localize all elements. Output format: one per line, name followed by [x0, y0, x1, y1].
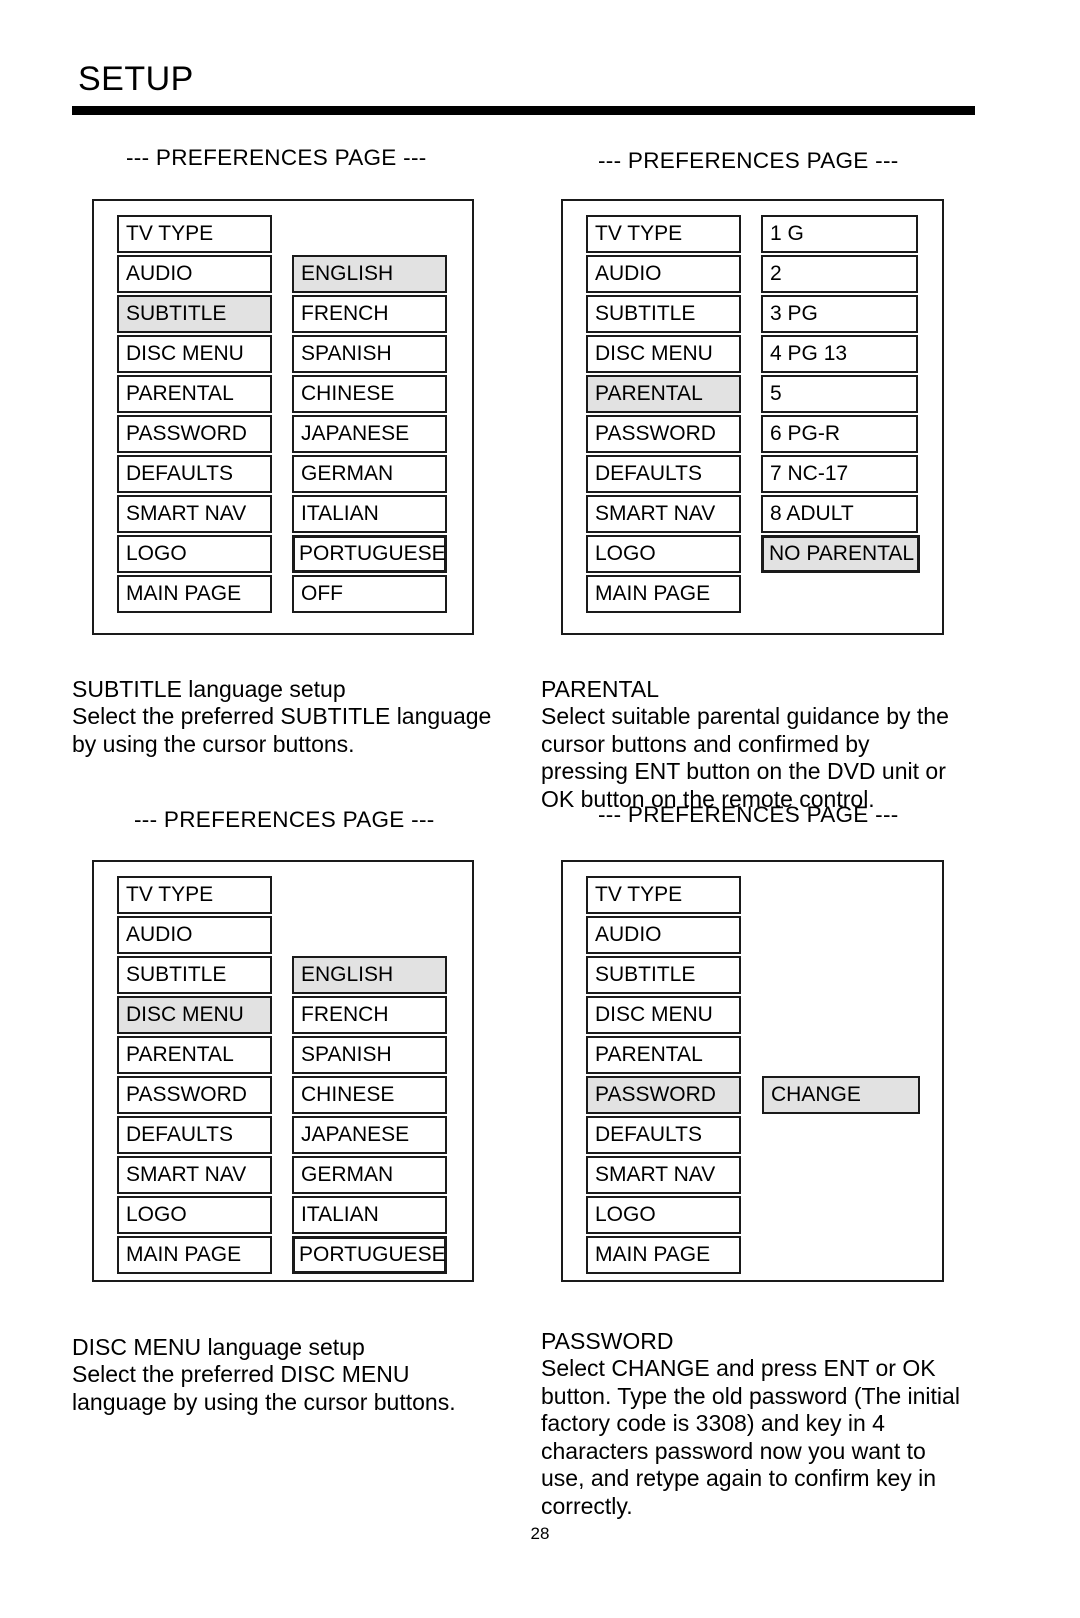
option-english[interactable]: ENGLISH: [292, 956, 447, 994]
menu-item-main-page[interactable]: MAIN PAGE: [117, 1236, 272, 1274]
password-caption-body: Select CHANGE and press ENT or OK button…: [541, 1355, 960, 1519]
menu-item-main-page[interactable]: MAIN PAGE: [117, 575, 272, 613]
disc-menu-caption: DISC MENU language setup Select the prefe…: [72, 1306, 542, 1416]
option-chinese[interactable]: CHINESE: [292, 375, 447, 413]
option-german[interactable]: GERMAN: [292, 1156, 447, 1194]
option-portuguese[interactable]: PORTUGUESE: [292, 535, 447, 573]
menu-item-parental[interactable]: PARENTAL: [586, 375, 741, 413]
parental-caption-body: Select suitable parental guidance by the…: [541, 703, 949, 812]
menu-item-audio[interactable]: AUDIO: [117, 255, 272, 293]
menu-item-smart-nav[interactable]: SMART NAV: [586, 495, 741, 533]
parental-caption-title: PARENTAL: [541, 675, 660, 702]
menu-item-smart-nav[interactable]: SMART NAV: [586, 1156, 741, 1194]
menu-item-parental[interactable]: PARENTAL: [586, 1036, 741, 1074]
menu-item-defaults[interactable]: DEFAULTS: [117, 455, 272, 493]
menu-item-subtitle[interactable]: SUBTITLE: [586, 295, 741, 333]
menu-item-disc-menu[interactable]: DISC MENU: [586, 996, 741, 1034]
menu-item-main-page[interactable]: MAIN PAGE: [586, 1236, 741, 1274]
password-setup-screen: TV TYPE AUDIO SUBTITLE DISC MENU PARENTA…: [561, 860, 944, 1282]
option-english[interactable]: ENGLISH: [292, 255, 447, 293]
option-japanese[interactable]: JAPANESE: [292, 415, 447, 453]
option-rating-7-nc-17[interactable]: 7 NC-17: [761, 455, 918, 493]
title-divider: [72, 106, 975, 115]
menu-item-subtitle[interactable]: SUBTITLE: [586, 956, 741, 994]
preferences-page-header-1: --- PREFERENCES PAGE ---: [126, 145, 427, 170]
option-french[interactable]: FRENCH: [292, 996, 447, 1034]
subtitle-setup-screen: TV TYPE AUDIO SUBTITLE DISC MENU PARENTA…: [92, 199, 474, 635]
menu-item-audio[interactable]: AUDIO: [586, 916, 741, 954]
option-spanish[interactable]: SPANISH: [292, 1036, 447, 1074]
option-italian[interactable]: ITALIAN: [292, 1196, 447, 1234]
disc-menu-setup-screen: TV TYPE AUDIO SUBTITLE DISC MENU PARENTA…: [92, 860, 474, 1282]
option-off[interactable]: OFF: [292, 575, 447, 613]
option-spanish[interactable]: SPANISH: [292, 335, 447, 373]
option-french[interactable]: FRENCH: [292, 295, 447, 333]
disc-menu-caption-body: Select the preferred DISC MENU language …: [72, 1361, 456, 1415]
menu-item-tv-type[interactable]: TV TYPE: [117, 215, 272, 253]
preferences-page-header-3: --- PREFERENCES PAGE ---: [134, 807, 435, 832]
option-rating-2[interactable]: 2: [761, 255, 918, 293]
page-number: 28: [530, 1524, 550, 1543]
page-title: SETUP: [78, 60, 194, 98]
option-japanese[interactable]: JAPANESE: [292, 1116, 447, 1154]
menu-item-tv-type[interactable]: TV TYPE: [586, 876, 741, 914]
menu-item-logo[interactable]: LOGO: [117, 1196, 272, 1234]
menu-item-logo[interactable]: LOGO: [117, 535, 272, 573]
option-change-password[interactable]: CHANGE: [762, 1076, 920, 1114]
menu-item-subtitle[interactable]: SUBTITLE: [117, 956, 272, 994]
preferences-page-header-4: --- PREFERENCES PAGE ---: [598, 802, 899, 827]
menu-item-audio[interactable]: AUDIO: [586, 255, 741, 293]
option-german[interactable]: GERMAN: [292, 455, 447, 493]
menu-item-disc-menu[interactable]: DISC MENU: [117, 996, 272, 1034]
menu-item-tv-type[interactable]: TV TYPE: [117, 876, 272, 914]
menu-item-password[interactable]: PASSWORD: [586, 1076, 741, 1114]
menu-item-smart-nav[interactable]: SMART NAV: [117, 1156, 272, 1194]
menu-item-subtitle[interactable]: SUBTITLE: [117, 295, 272, 333]
option-rating-6-pg-r[interactable]: 6 PG-R: [761, 415, 918, 453]
password-caption-title: PASSWORD: [541, 1327, 674, 1354]
menu-item-password[interactable]: PASSWORD: [117, 1076, 272, 1114]
option-portuguese[interactable]: PORTUGUESE: [292, 1236, 447, 1274]
menu-item-logo[interactable]: LOGO: [586, 535, 741, 573]
disc-menu-caption-title: DISC MENU language setup: [72, 1333, 365, 1360]
option-rating-1-g[interactable]: 1 G: [761, 215, 918, 253]
menu-item-defaults[interactable]: DEFAULTS: [586, 1116, 741, 1154]
option-no-parental[interactable]: NO PARENTAL: [761, 535, 920, 573]
option-rating-8-adult[interactable]: 8 ADULT: [761, 495, 918, 533]
option-rating-3-pg[interactable]: 3 PG: [761, 295, 918, 333]
menu-item-tv-type[interactable]: TV TYPE: [586, 215, 741, 253]
menu-item-disc-menu[interactable]: DISC MENU: [117, 335, 272, 373]
option-rating-4-pg-13[interactable]: 4 PG 13: [761, 335, 918, 373]
parental-caption: PARENTAL Select suitable parental guidanc…: [541, 648, 991, 813]
option-rating-5[interactable]: 5: [761, 375, 918, 413]
subtitle-caption-title: SUBTITLE language setup: [72, 675, 346, 702]
parental-setup-screen: TV TYPE AUDIO SUBTITLE DISC MENU PARENTA…: [561, 199, 944, 635]
menu-item-parental[interactable]: PARENTAL: [117, 375, 272, 413]
option-chinese[interactable]: CHINESE: [292, 1076, 447, 1114]
option-italian[interactable]: ITALIAN: [292, 495, 447, 533]
menu-item-disc-menu[interactable]: DISC MENU: [586, 335, 741, 373]
menu-item-logo[interactable]: LOGO: [586, 1196, 741, 1234]
menu-item-smart-nav[interactable]: SMART NAV: [117, 495, 272, 533]
menu-item-audio[interactable]: AUDIO: [117, 916, 272, 954]
menu-item-defaults[interactable]: DEFAULTS: [117, 1116, 272, 1154]
menu-item-defaults[interactable]: DEFAULTS: [586, 455, 741, 493]
subtitle-caption: SUBTITLE language setup Select the prefer…: [72, 648, 542, 758]
menu-item-password[interactable]: PASSWORD: [117, 415, 272, 453]
subtitle-caption-body: Select the preferred SUBTITLE language b…: [72, 703, 492, 757]
preferences-page-header-2: --- PREFERENCES PAGE ---: [598, 148, 899, 173]
menu-item-password[interactable]: PASSWORD: [586, 415, 741, 453]
password-caption: PASSWORD Select CHANGE and press ENT or O…: [541, 1300, 1001, 1520]
menu-item-main-page[interactable]: MAIN PAGE: [586, 575, 741, 613]
menu-item-parental[interactable]: PARENTAL: [117, 1036, 272, 1074]
